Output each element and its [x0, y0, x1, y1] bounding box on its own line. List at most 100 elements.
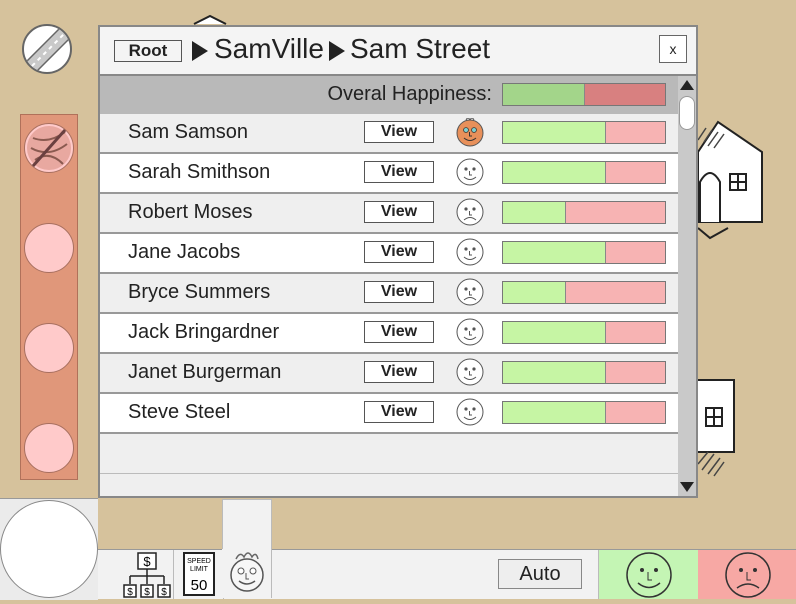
resident-name: Janet Burgerman [128, 361, 282, 383]
happiness-fill [503, 402, 606, 423]
unhappiness-fill [605, 362, 665, 383]
view-button[interactable]: View [364, 281, 434, 303]
money-tree-button[interactable]: $ $ $ $ [122, 550, 174, 599]
unhappiness-fill [605, 402, 665, 423]
overall-happiness-row: Overal Happiness: [100, 76, 678, 114]
unhappiness-fill [564, 202, 665, 223]
view-button[interactable]: View [364, 161, 434, 183]
close-button[interactable]: x [659, 35, 687, 63]
auto-button[interactable]: Auto [498, 559, 582, 589]
view-button[interactable]: View [364, 361, 434, 383]
money-tree-icon: $ $ $ $ [123, 552, 171, 598]
speed-sign-line1: SPEED [187, 558, 211, 565]
view-button[interactable]: View [364, 121, 434, 143]
unhappiness-fill [605, 122, 665, 143]
resident-name: Bryce Summers [128, 281, 271, 303]
speed-sign-value: 50 [191, 577, 208, 594]
happy-indicator[interactable] [598, 550, 699, 599]
money-symbol: $ [143, 554, 151, 569]
view-button[interactable]: View [364, 321, 434, 343]
speed-limit-sign-icon: SPEED LIMIT 50 [183, 552, 215, 596]
breadcrumb-arrow-icon [329, 41, 345, 61]
breadcrumb-arrow-icon [192, 41, 208, 61]
resident-name: Jack Bringardner [128, 321, 280, 343]
demolish-slot[interactable] [24, 123, 74, 173]
breadcrumb-root-button[interactable]: Root [114, 40, 182, 62]
resident-row: Robert Moses View [100, 194, 678, 234]
scrollbar[interactable] [678, 76, 696, 496]
happiness-fill [503, 322, 606, 343]
resident-happiness-bar [502, 361, 666, 384]
view-button[interactable]: View [364, 241, 434, 263]
resident-name: Sarah Smithson [128, 161, 271, 183]
unhappiness-fill [605, 322, 665, 343]
dialog-titlebar: Root SamVille Sam Street x [100, 27, 696, 76]
breadcrumb-town[interactable]: SamVille [214, 33, 324, 65]
building-slot[interactable] [24, 223, 74, 273]
scroll-thumb[interactable] [679, 96, 695, 130]
house-icon [697, 120, 763, 240]
happiness-fill [503, 202, 565, 223]
overall-happiness-label: Overal Happiness: [327, 83, 492, 105]
scroll-up-icon[interactable] [680, 80, 694, 90]
scroll-down-icon[interactable] [680, 482, 694, 492]
resident-happiness-bar [502, 401, 666, 424]
unhappiness-fill [584, 84, 665, 105]
speed-limit-button[interactable]: SPEED LIMIT 50 [174, 550, 224, 599]
sad-face-icon [456, 198, 484, 226]
money-symbol: $ [144, 587, 150, 598]
house-icon [695, 379, 735, 477]
demolish-icon [27, 126, 71, 170]
happiness-fill [503, 362, 606, 383]
happy-face-icon [456, 318, 484, 346]
unhappiness-fill [564, 282, 665, 303]
speed-sign-line2: LIMIT [190, 566, 209, 573]
resident-row: Jane Jacobs View [100, 234, 678, 274]
person-face-icon [456, 118, 484, 147]
view-button[interactable]: View [364, 201, 434, 223]
happy-face-icon [456, 358, 484, 386]
happy-face-icon [626, 552, 672, 598]
residents-list: Sam Samson View Sarah Smithson View Robert M… [100, 114, 678, 496]
happy-face-icon [456, 398, 484, 426]
resident-row: Jack Bringardner View [100, 314, 678, 354]
tool-tab[interactable] [222, 499, 272, 549]
resident-row: Sarah Smithson View [100, 154, 678, 194]
happiness-fill [503, 282, 565, 303]
building-slot[interactable] [24, 423, 74, 473]
resident-name: Sam Samson [128, 121, 249, 143]
happiness-fill [503, 162, 606, 183]
resident-happiness-bar [502, 201, 666, 224]
resident-happiness-bar [502, 241, 666, 264]
breadcrumb-street: Sam Street [350, 33, 491, 64]
road-tool-button[interactable] [22, 24, 72, 74]
sad-face-icon [456, 278, 484, 306]
money-symbol: $ [161, 587, 167, 598]
happiness-fill [503, 122, 606, 143]
person-face-icon [230, 552, 264, 592]
building-slot[interactable] [24, 323, 74, 373]
resident-row: Steve Steel View [100, 394, 678, 434]
residents-dialog: Root SamVille Sam Street x Overal Happin… [98, 25, 698, 498]
resident-row: Janet Burgerman View [100, 354, 678, 394]
resident-name: Jane Jacobs [128, 241, 241, 263]
sad-face-icon [725, 552, 771, 598]
empty-row [100, 474, 678, 496]
people-button[interactable] [222, 549, 272, 598]
resident-happiness-bar [502, 121, 666, 144]
minimap-circle[interactable] [0, 500, 98, 598]
unhappiness-fill [605, 162, 665, 183]
overall-happiness-bar [502, 83, 666, 106]
resident-happiness-bar [502, 281, 666, 304]
empty-row [100, 434, 678, 474]
happy-face-icon [456, 158, 484, 186]
happiness-fill [503, 84, 584, 105]
resident-name: Steve Steel [128, 401, 231, 423]
view-button[interactable]: View [364, 401, 434, 423]
resident-row: Sam Samson View [100, 114, 678, 154]
resident-happiness-bar [502, 161, 666, 184]
building-palette [20, 114, 78, 480]
resident-name: Robert Moses [128, 201, 253, 223]
sad-indicator[interactable] [698, 550, 796, 599]
resident-happiness-bar [502, 321, 666, 344]
